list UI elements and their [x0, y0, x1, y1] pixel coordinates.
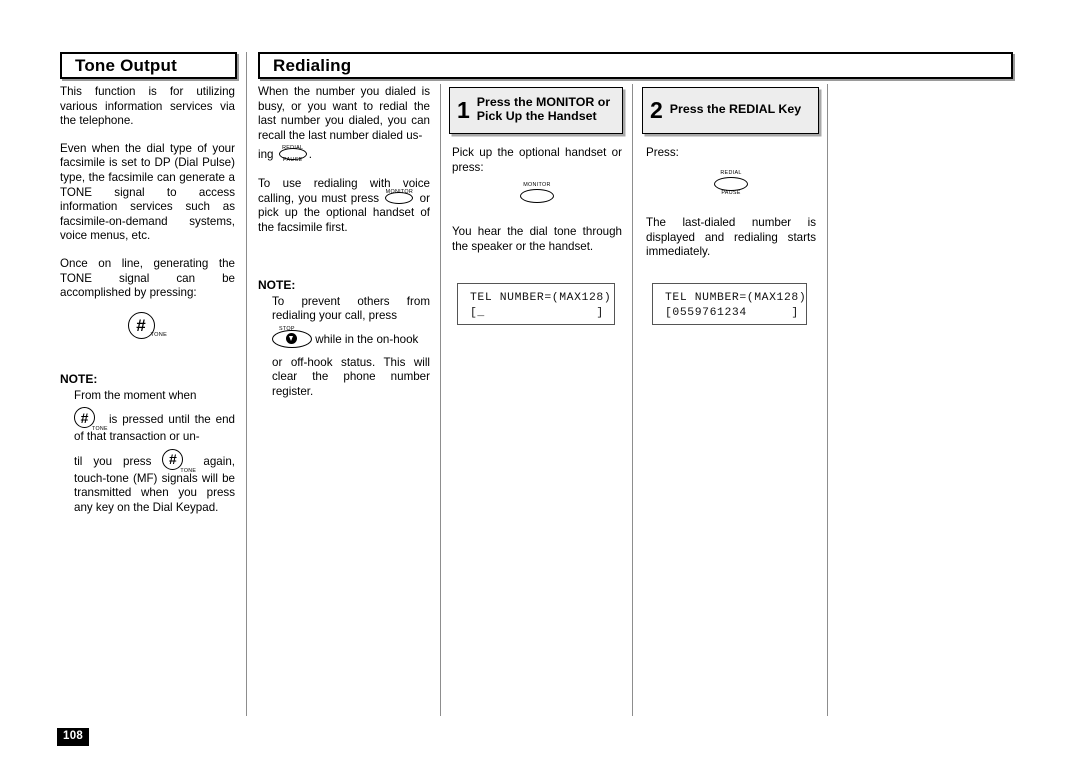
tone-key-icon: # TONE: [127, 312, 168, 342]
lcd-2-line-2: [0559761234 ]: [665, 307, 799, 319]
monitor-key-caption: MONITOR: [385, 188, 414, 195]
redialing-note-block: NOTE: To prevent others from redialing y…: [258, 278, 430, 412]
step-1-number: 1: [457, 96, 470, 123]
redialing-intro-text-1: When the number you dialed is busy, or y…: [258, 85, 430, 142]
lcd-1-line-1: TEL NUMBER=(MAX128): [470, 292, 612, 304]
redial-pause-key-icon: REDIAL PAUSE: [278, 145, 307, 163]
page-number: 108: [57, 728, 90, 746]
step-1-body-1: Pick up the optional handset or press:: [452, 146, 622, 174]
redialing-voice-paragraph: To use redialing with voice calling, you…: [258, 177, 430, 235]
lcd-display-step-1: TEL NUMBER=(MAX128) [_ ]: [457, 283, 615, 325]
step-2-label: Press the REDIAL Key: [669, 102, 802, 117]
redial-key-illustration: REDIAL PAUSE: [646, 170, 816, 196]
step-2-number: 2: [650, 96, 663, 123]
lcd-1-line-2: [_ ]: [470, 307, 604, 319]
tone-note-block: NOTE: From the moment when # TONE is pre…: [60, 372, 235, 528]
redialing-title-text: Redialing: [273, 56, 352, 75]
column-divider-4: [827, 84, 828, 716]
redialing-intro-line-redial: ing REDIAL PAUSE .: [258, 145, 430, 163]
tone-output-title-text: Tone Output: [75, 56, 177, 75]
lcd-display-step-2: TEL NUMBER=(MAX128) [0559761234 ]: [652, 283, 807, 325]
step-1-header: 1 Press the MONITOR or Pick Up the Hands…: [449, 87, 623, 134]
tone-key-icon-inline-2: # TONE: [162, 448, 196, 474]
section-title-tone-output: Tone Output: [60, 52, 237, 79]
tone-note-line-3: til you press # TONE again, touch-tone (…: [60, 448, 235, 516]
stop-key-triangle: [289, 335, 293, 341]
redialing-note-text-2: while in the on-hook: [315, 332, 419, 346]
tone-output-column: This function is for utilizing various i…: [60, 85, 235, 314]
redialing-note-line-2: STOP while in the on-hook: [258, 326, 430, 348]
tone-key-illustration: # TONE: [60, 312, 235, 342]
redial-key-caption: REDIAL: [720, 170, 742, 176]
redialing-intro-text-3: .: [308, 148, 312, 162]
tone-key-sublabel: TONE: [180, 467, 197, 474]
column-divider-2: [440, 84, 441, 716]
redial-key-oval: [714, 177, 748, 191]
monitor-key-icon-inline: MONITOR: [385, 189, 414, 204]
column-divider-1: [246, 52, 247, 716]
redialing-note-line-1: To prevent others from redialing your ca…: [272, 294, 430, 323]
tone-key-icon-inline-1: # TONE: [74, 407, 108, 432]
redialing-note-label: NOTE:: [258, 278, 296, 292]
monitor-key-icon: MONITOR: [520, 182, 554, 203]
stop-key-icon: STOP: [272, 326, 312, 348]
pause-key-caption: PAUSE: [721, 190, 741, 196]
tone-paragraph-1: This function is for utilizing various i…: [60, 85, 235, 128]
tone-note-text-3: til you press: [74, 454, 152, 468]
step-2-body-1: Press:: [646, 146, 679, 159]
step-2-body-2: The last-dialed number is displayed and …: [646, 216, 816, 259]
monitor-key-caption: MONITOR: [523, 182, 551, 188]
tone-note-line-2: # TONE is pressed until the end of that …: [60, 407, 235, 445]
monitor-key-oval: [520, 189, 554, 203]
tone-note-line-1: From the moment when: [74, 388, 197, 402]
column-divider-3: [632, 84, 633, 716]
section-title-redialing: Redialing: [258, 52, 1013, 79]
step-1-body-2-wrap: You hear the dial tone through the speak…: [452, 225, 622, 267]
redialing-intro-column: When the number you dialed is busy, or y…: [258, 85, 430, 248]
step-2-header: 2 Press the REDIAL Key: [642, 87, 819, 134]
redialing-intro-text-2: ing: [258, 148, 274, 162]
tone-note-label: NOTE:: [60, 372, 98, 386]
tone-paragraph-2: Even when the dial type of your facsimil…: [60, 141, 235, 243]
tone-paragraph-3: Once on line, generating the TONE signal…: [60, 256, 235, 300]
monitor-key-illustration: MONITOR: [452, 182, 622, 204]
manual-page: Tone Output Redialing This function is f…: [0, 0, 1080, 763]
tone-key-sublabel: TONE: [150, 332, 168, 338]
step-1-label: Press the MONITOR or Pick Up the Handset: [476, 95, 611, 123]
pause-key-caption: PAUSE: [283, 156, 303, 163]
lcd-2-line-1: TEL NUMBER=(MAX128): [665, 292, 807, 304]
redial-pause-key-icon-step: REDIAL PAUSE: [714, 170, 748, 196]
step-2-body-2-wrap: The last-dialed number is displayed and …: [646, 216, 816, 273]
redialing-note-line-3: or off-hook status. This will clear the …: [272, 355, 430, 398]
step-1-body-2: You hear the dial tone through the speak…: [452, 225, 622, 253]
tone-key-sublabel: TONE: [92, 426, 108, 433]
